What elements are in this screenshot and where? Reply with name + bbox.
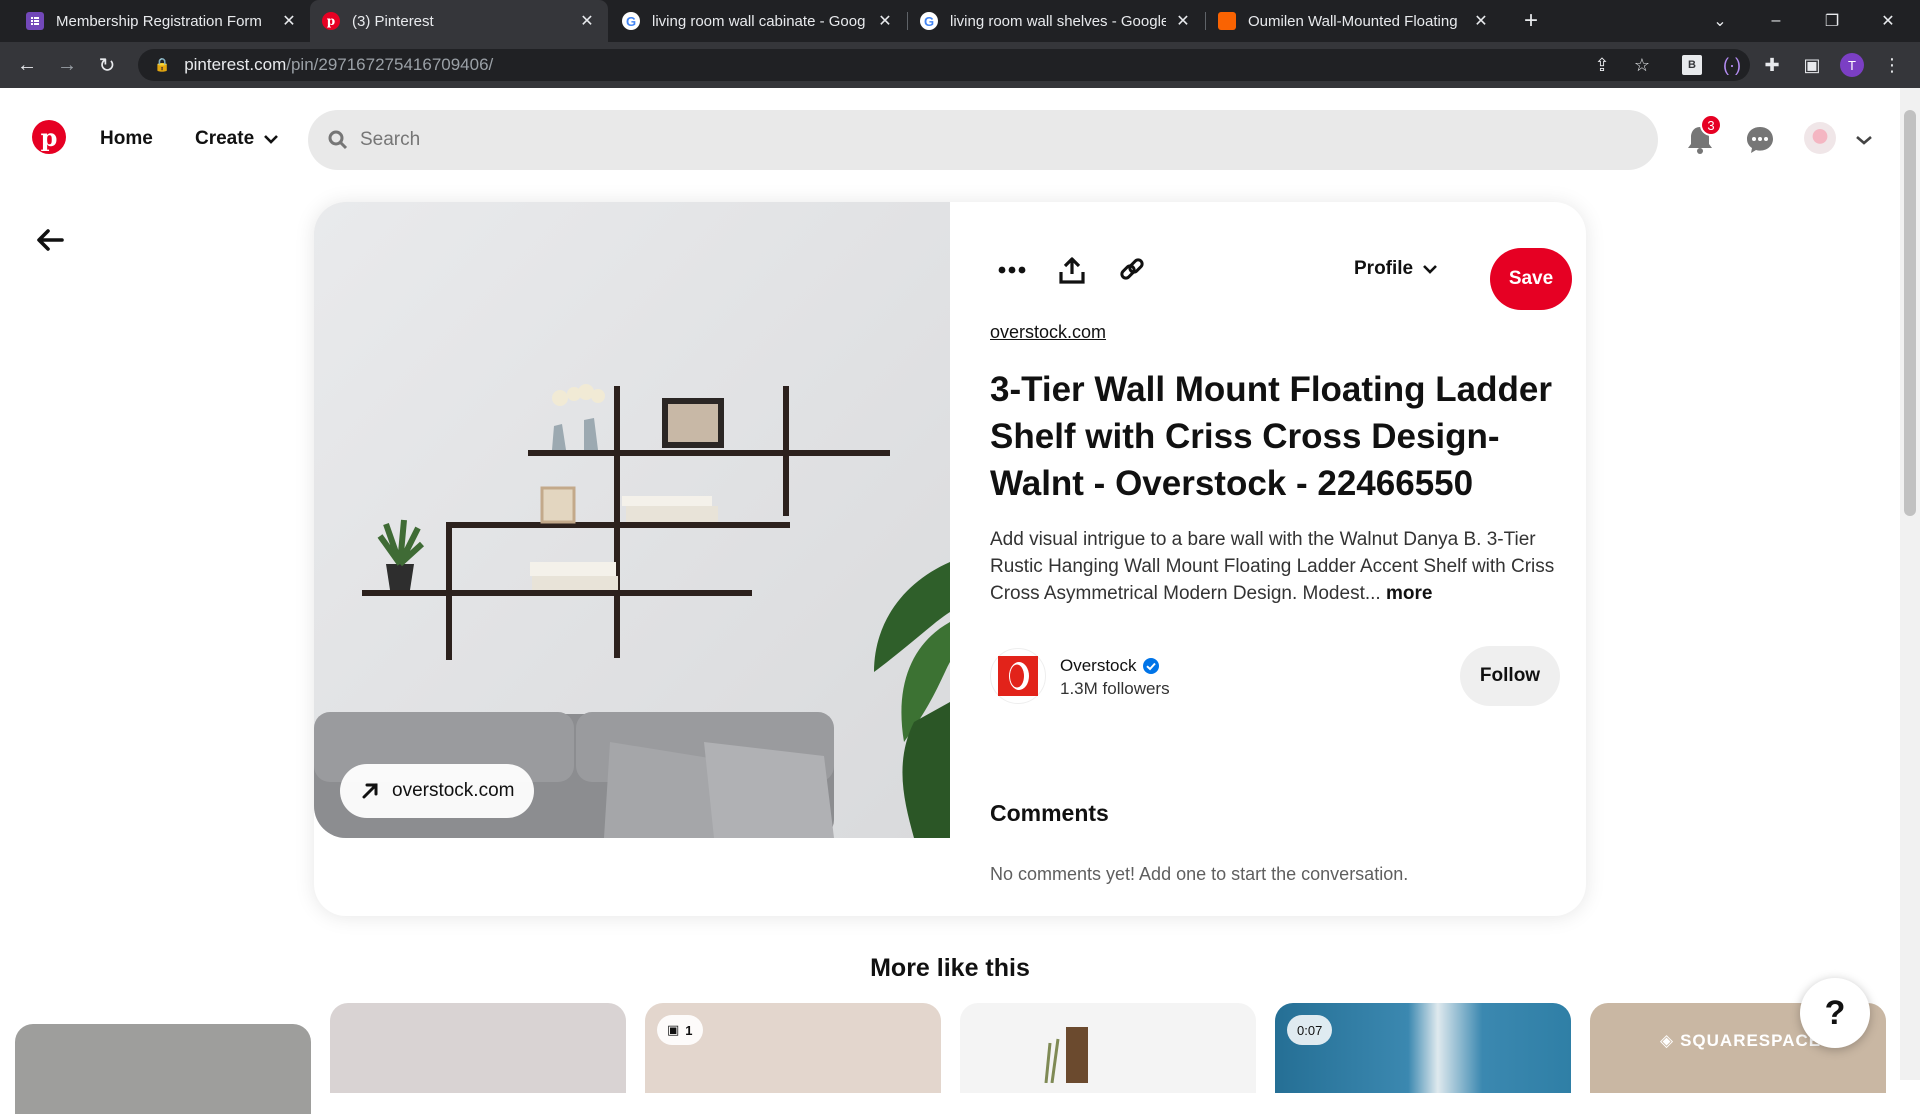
share-page-icon[interactable]: ⇪ — [1588, 51, 1616, 79]
back-arrow-icon[interactable] — [32, 222, 68, 258]
profile-avatar-icon[interactable]: T — [1838, 51, 1866, 79]
pinterest-logo-icon[interactable]: p — [32, 120, 66, 154]
more-like-this-heading: More like this — [870, 954, 1030, 982]
pinterest-icon: p — [322, 12, 340, 30]
forward-icon[interactable]: → — [52, 50, 82, 80]
chevron-down-icon — [264, 135, 279, 144]
creator-name[interactable]: Overstock — [1060, 656, 1159, 676]
account-chevron-down-icon[interactable] — [1842, 118, 1886, 162]
browser-toolbar: ← → ↻ 🔒 pinterest.com/pin/29716727541670… — [0, 42, 1920, 88]
visit-site-label: overstock.com — [392, 780, 515, 801]
squarespace-logo-icon: ◈ — [1660, 1031, 1675, 1050]
close-icon[interactable]: ✕ — [876, 11, 894, 31]
close-icon[interactable]: ✕ — [280, 11, 298, 31]
tab-title: living room wall shelves - Google — [950, 12, 1166, 30]
verified-check-icon — [1142, 658, 1159, 674]
pinterest-header: p Home Create Search 3 — [0, 88, 1900, 192]
follow-button[interactable]: Follow — [1460, 646, 1560, 706]
tab-title: (3) Pinterest — [352, 12, 434, 30]
google-icon: G — [622, 12, 640, 30]
browser-menu-icon[interactable]: ⋮ — [1878, 51, 1906, 79]
tab-google-shelves[interactable]: G living room wall shelves - Google ✕ — [908, 0, 1204, 42]
tab-homedepot[interactable]: Oumilen Wall-Mounted Floating ✕ — [1206, 0, 1502, 42]
nav-create[interactable]: Create — [195, 128, 279, 150]
more-options-icon[interactable] — [990, 248, 1034, 292]
multi-image-count: 1 — [685, 1022, 693, 1038]
google-icon: G — [920, 12, 938, 30]
shelf-photo-illustration — [314, 202, 950, 838]
help-button[interactable]: ? — [1800, 978, 1870, 1048]
creator-avatar[interactable] — [990, 648, 1046, 704]
new-tab-button[interactable]: + — [1516, 6, 1546, 36]
extensions-puzzle-icon[interactable]: ✚ — [1758, 51, 1786, 79]
close-icon[interactable]: ✕ — [578, 11, 596, 31]
share-icon[interactable] — [1050, 248, 1094, 292]
creator-follower-count: 1.3M followers — [1060, 679, 1170, 698]
pin-details-panel: Profile Save overstock.com 3-Tier Wall M… — [950, 202, 1586, 916]
close-icon[interactable]: ✕ — [1174, 11, 1192, 31]
board-select-dropdown[interactable]: Profile — [1354, 258, 1438, 280]
nav-create-label: Create — [195, 128, 255, 149]
tab-search-icon[interactable]: ⌄ — [1692, 0, 1748, 42]
tab-pinterest[interactable]: p (3) Pinterest ✕ — [310, 0, 608, 42]
visit-site-button[interactable]: overstock.com — [340, 764, 535, 818]
side-panel-icon[interactable]: ▣ — [1798, 51, 1826, 79]
page-scrollbar[interactable] — [1900, 88, 1920, 1080]
tab-title: Oumilen Wall-Mounted Floating — [1248, 12, 1458, 30]
close-icon[interactable]: ✕ — [1472, 11, 1490, 31]
more-link[interactable]: more — [1381, 583, 1432, 604]
pin-description-text: Add visual intrigue to a bare wall with … — [990, 529, 1555, 604]
source-domain-link[interactable]: overstock.com — [990, 322, 1106, 343]
close-window-icon[interactable]: ✕ — [1860, 0, 1916, 42]
save-button[interactable]: Save — [1490, 248, 1572, 310]
minimize-icon[interactable]: – — [1748, 0, 1804, 42]
tab-title: living room wall cabinate - Goog — [652, 12, 866, 30]
url-host: pinterest.com — [184, 55, 287, 74]
multi-image-badge: ▣ 1 — [657, 1015, 703, 1045]
sponsor-brand: ◈ SQUARESPACE — [1660, 1031, 1821, 1051]
pin-title: 3-Tier Wall Mount Floating Ladder Shelf … — [990, 370, 1552, 503]
gallery-icon: ▣ — [667, 1022, 680, 1037]
bookmark-star-icon[interactable]: ☆ — [1628, 51, 1656, 79]
browser-tab-strip: Membership Registration Form ✕ p (3) Pin… — [0, 0, 1920, 42]
back-icon[interactable]: ← — [12, 50, 42, 80]
extension-b-icon[interactable]: B — [1678, 51, 1706, 79]
creator-name-text: Overstock — [1060, 656, 1137, 675]
comments-empty-state: No comments yet! Add one to start the co… — [990, 864, 1409, 884]
user-avatar[interactable] — [1804, 122, 1836, 154]
pin-description: Add visual intrigue to a bare wall with … — [990, 526, 1560, 607]
sponsor-brand-text: SQUARESPACE — [1680, 1031, 1822, 1050]
tab-google-cabinate[interactable]: G living room wall cabinate - Goog ✕ — [610, 0, 906, 42]
tab-title: Membership Registration Form — [56, 12, 262, 30]
search-icon — [328, 130, 348, 150]
reload-icon[interactable]: ↻ — [92, 50, 122, 80]
board-select-label: Profile — [1354, 258, 1414, 279]
tab-membership-form[interactable]: Membership Registration Form ✕ — [14, 0, 310, 42]
scrollbar-thumb[interactable] — [1904, 110, 1916, 516]
url-path: /pin/297167275416709406/ — [286, 55, 494, 74]
forms-icon — [26, 12, 44, 30]
messages-icon[interactable] — [1738, 118, 1782, 162]
copy-link-icon[interactable] — [1110, 248, 1154, 292]
search-placeholder: Search — [360, 129, 421, 150]
address-bar[interactable]: 🔒 pinterest.com/pin/297167275416709406/ — [138, 49, 1750, 81]
related-pin-thumbnail[interactable] — [15, 1024, 311, 1114]
pin-image[interactable]: overstock.com — [314, 202, 950, 838]
arrow-up-right-icon — [362, 783, 378, 799]
overstock-logo-icon — [998, 656, 1038, 696]
pin-closeup-card: overstock.com Profile Save overstock.com… — [314, 202, 1586, 916]
lock-icon: 🔒 — [154, 57, 171, 72]
restore-icon[interactable]: ❐ — [1804, 0, 1860, 42]
extension-bracket-icon[interactable]: (·) — [1718, 51, 1746, 79]
nav-home[interactable]: Home — [100, 128, 153, 150]
video-duration-badge: 0:07 — [1287, 1015, 1333, 1045]
notification-count-badge: 3 — [1700, 114, 1722, 136]
shelf-thumbnail-illustration — [1044, 1027, 1088, 1084]
homedepot-icon — [1218, 12, 1236, 30]
comments-heading: Comments — [990, 800, 1109, 826]
search-input[interactable]: Search — [308, 110, 1658, 170]
chevron-down-icon — [1423, 265, 1438, 274]
